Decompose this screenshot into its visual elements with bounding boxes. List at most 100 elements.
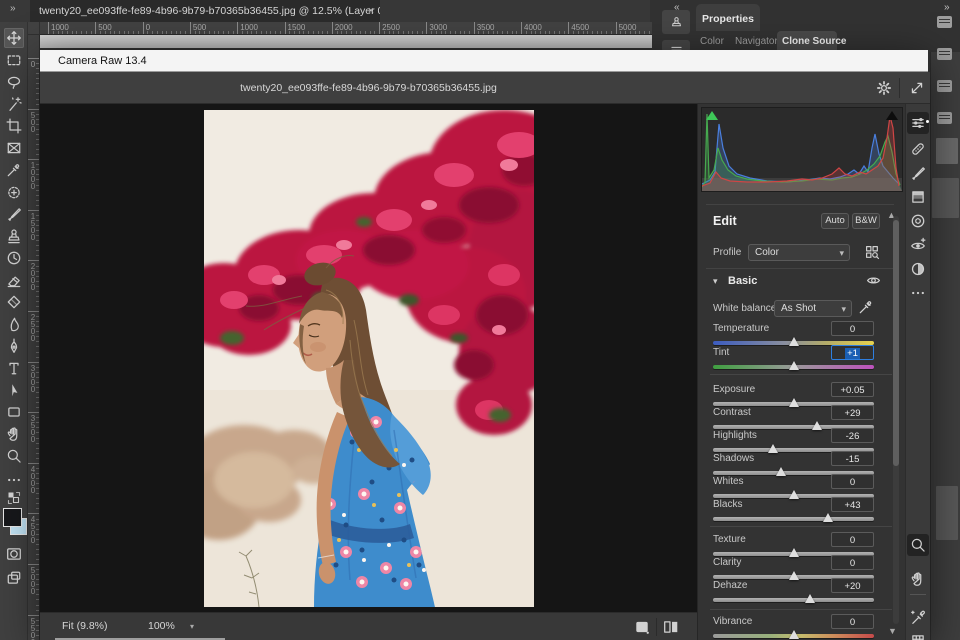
dehaze-slider[interactable] (713, 598, 874, 602)
quick-selection-tool[interactable] (4, 94, 24, 114)
collapsed-panel-icon[interactable] (937, 16, 952, 28)
white-balance-eyedropper-icon[interactable] (857, 298, 874, 315)
cr-hand-tool[interactable] (907, 568, 929, 590)
settings-gear-icon[interactable] (875, 79, 893, 97)
expand-dialog-icon[interactable] (908, 79, 926, 97)
rectangle-shape-tool[interactable] (4, 402, 24, 422)
frame-tool[interactable] (4, 138, 24, 158)
histogram[interactable] (701, 107, 903, 192)
whites-slider-thumb[interactable] (788, 490, 799, 499)
expand-dock-icon[interactable]: » (944, 2, 950, 13)
rectangular-marquee-tool[interactable] (4, 50, 24, 70)
zoom-level-select[interactable]: 100% (148, 620, 175, 632)
tint-slider-thumb[interactable] (788, 361, 799, 370)
cr-white-balance-picker-tool[interactable] (907, 606, 929, 628)
tab-properties[interactable]: Properties (696, 4, 760, 31)
zoom-fit-button[interactable]: Fit (9.8%) (62, 620, 108, 632)
texture-slider-thumb[interactable] (788, 548, 799, 557)
cr-zoom-tool[interactable] (907, 534, 929, 556)
auto-button[interactable]: Auto (821, 213, 849, 229)
crop-tool[interactable] (4, 116, 24, 136)
shadows-value[interactable]: -15 (831, 451, 874, 466)
blacks-slider[interactable] (713, 517, 874, 521)
hand-tool[interactable] (4, 424, 24, 444)
clone-source-panel-icon[interactable] (662, 10, 690, 34)
edit-toolbar-ellipsis-icon[interactable] (4, 470, 24, 490)
path-selection-tool[interactable] (4, 380, 24, 400)
shadow-clipping-indicator[interactable] (706, 111, 718, 120)
pen-tool[interactable] (4, 336, 24, 356)
whites-value[interactable]: 0 (831, 474, 874, 489)
cr-presets-tool[interactable] (907, 258, 929, 280)
highlights-slider-thumb[interactable] (767, 444, 778, 453)
dehaze-value[interactable]: +20 (831, 578, 874, 593)
zoom-level-chevron-icon[interactable]: ▾ (190, 622, 194, 631)
basic-section-title[interactable]: Basic (728, 275, 757, 287)
spot-healing-brush-tool[interactable] (4, 182, 24, 202)
tab-close-icon[interactable]: × (362, 0, 380, 22)
docked-panel-block[interactable] (936, 486, 958, 540)
temperature-value[interactable]: 0 (831, 321, 874, 336)
basic-visibility-eye-icon[interactable] (865, 273, 881, 287)
shadows-slider-thumb[interactable] (776, 467, 787, 476)
history-brush-tool[interactable] (4, 248, 24, 268)
bw-button[interactable]: B&W (852, 213, 880, 229)
white-balance-select[interactable]: As Shot ▾ (774, 300, 852, 317)
move-tool[interactable] (4, 28, 24, 48)
type-tool[interactable] (4, 358, 24, 378)
collapsed-panel-icon[interactable] (937, 112, 952, 124)
contrast-value[interactable]: +29 (831, 405, 874, 420)
document-tab[interactable]: twenty20_ee093ffe-fe89-4b96-9b79-b70365b… (30, 0, 380, 22)
profile-browser-icon[interactable] (864, 244, 881, 261)
scroll-down-icon[interactable]: ▼ (888, 626, 897, 636)
image-canvas[interactable] (40, 104, 697, 612)
dehaze-slider-thumb[interactable] (804, 594, 815, 603)
lasso-tool[interactable] (4, 72, 24, 92)
cr-edit-tool[interactable] (907, 112, 929, 134)
temperature-slider-thumb[interactable] (788, 337, 799, 346)
cr-more-tool[interactable] (907, 282, 929, 304)
default-colors-icon[interactable] (4, 488, 24, 508)
brush-tool[interactable] (4, 204, 24, 224)
cr-graduated-filter-tool[interactable] (907, 186, 929, 208)
collapsed-panel-icon[interactable] (937, 80, 952, 92)
highlights-value[interactable]: -26 (831, 428, 874, 443)
foreground-color-swatch[interactable] (3, 508, 22, 527)
tab-navigator[interactable]: Navigator (735, 36, 778, 47)
texture-value[interactable]: 0 (831, 532, 874, 547)
docked-panel-block[interactable] (932, 178, 959, 218)
eraser-tool[interactable] (4, 270, 24, 290)
tab-color[interactable]: Color (700, 36, 724, 47)
exposure-slider-thumb[interactable] (789, 398, 800, 407)
camera-raw-title[interactable]: Camera Raw 13.4 (40, 50, 928, 72)
clarity-value[interactable]: 0 (831, 555, 874, 570)
clone-stamp-tool[interactable] (4, 226, 24, 246)
cr-masking-brush-tool[interactable] (907, 162, 929, 184)
contrast-slider-thumb[interactable] (811, 421, 822, 430)
zoom-tool[interactable] (4, 446, 24, 466)
default-view-icon[interactable] (633, 619, 651, 635)
smudge-tool[interactable] (4, 314, 24, 334)
vibrance-slider-thumb[interactable] (788, 630, 799, 639)
cr-radial-filter-tool[interactable] (907, 210, 929, 232)
panel-scrollbar-handle[interactable] (893, 220, 899, 466)
docked-panel-block[interactable] (936, 138, 958, 164)
gradient-tool[interactable] (4, 292, 24, 312)
cr-red-eye-tool[interactable] (907, 234, 929, 256)
vibrance-value[interactable]: 0 (831, 614, 874, 629)
cr-healing-tool[interactable] (907, 138, 929, 160)
before-after-view-icon[interactable] (662, 619, 680, 635)
profile-select[interactable]: Color ▾ (748, 244, 850, 261)
blacks-value[interactable]: +43 (831, 497, 874, 512)
tab-overflow-icon[interactable]: » (10, 3, 17, 14)
quick-mask-icon[interactable] (4, 544, 24, 564)
clarity-slider-thumb[interactable] (788, 571, 799, 580)
highlight-clipping-indicator[interactable] (886, 111, 898, 120)
basic-collapse-icon[interactable]: ▾ (713, 276, 718, 287)
screen-mode-icon[interactable] (4, 568, 24, 588)
cr-color-sampler-tool[interactable] (907, 630, 929, 640)
blacks-slider-thumb[interactable] (823, 513, 834, 522)
exposure-value[interactable]: +0.05 (831, 382, 874, 397)
tint-value[interactable]: +1 (831, 345, 874, 360)
collapsed-panel-icon[interactable] (937, 48, 952, 60)
